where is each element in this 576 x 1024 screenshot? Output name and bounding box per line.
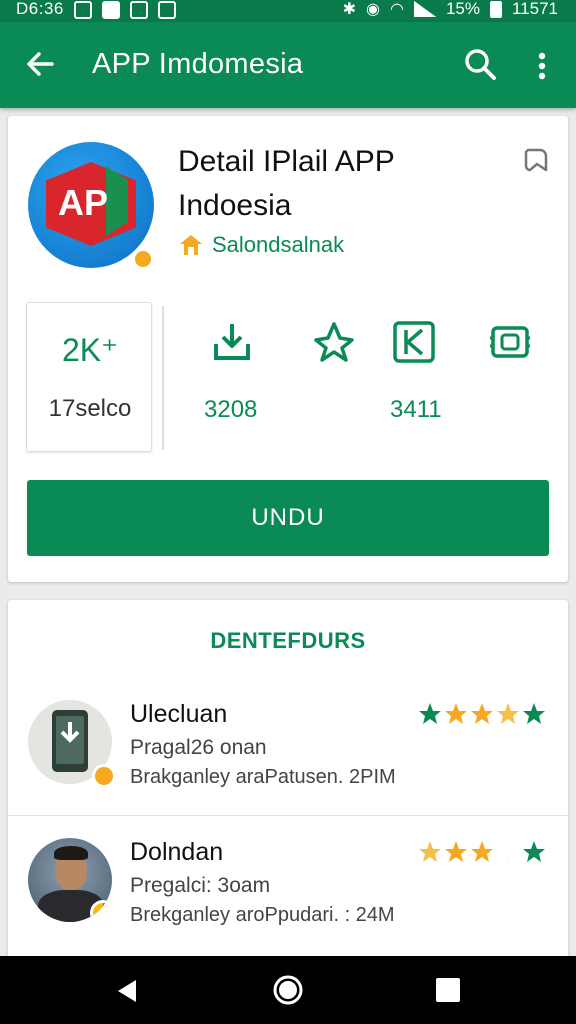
- reviewer-name: Dolndan: [130, 838, 224, 866]
- battery-icon: [489, 0, 502, 18]
- star-icon: [445, 703, 467, 724]
- status-time: D6:36: [16, 0, 64, 18]
- bluetooth-icon: ✱: [342, 1, 357, 18]
- star-icon: [523, 703, 545, 724]
- nav-back-icon[interactable]: [114, 978, 140, 1004]
- review-subtitle: Pregalci: 3oam: [130, 874, 271, 897]
- battery-percent: 15%: [445, 0, 480, 18]
- wifi-icon: ◠: [389, 1, 404, 18]
- install-button[interactable]: UNDU: [27, 480, 549, 556]
- review-meta: Brekganley aroPpudari. : 24M: [130, 904, 395, 926]
- star-icon: [523, 841, 545, 862]
- shield-icon: [158, 1, 176, 19]
- share-icon[interactable]: [312, 320, 356, 364]
- back-arrow-icon[interactable]: [22, 46, 58, 82]
- section-title: DENTEFDURS: [210, 628, 366, 653]
- developer-name: Salondsalnak: [212, 232, 345, 257]
- reviews-card: DENTEFDURS Ulecluan Pragal26 onan Brakga…: [8, 600, 568, 960]
- divider: [162, 306, 164, 450]
- verified-badge-icon: [132, 248, 154, 270]
- app-detail-card: AP Detail IPlail APP Indoesia Salondsaln…: [8, 116, 568, 582]
- status-clock: 11571: [511, 0, 558, 18]
- star-rating: [418, 840, 546, 864]
- notification-icons: [74, 1, 176, 19]
- search-icon[interactable]: [462, 46, 498, 82]
- nav-home-icon[interactable]: [272, 974, 304, 1006]
- developer-row[interactable]: Salondsalnak: [178, 232, 344, 258]
- avatar-badge-icon: [90, 900, 112, 922]
- star-icon: [419, 841, 441, 862]
- notification-icon: [74, 1, 92, 19]
- review-subtitle: Pragal26 onan: [130, 736, 267, 759]
- stat-value: 2K⁺: [61, 332, 119, 368]
- star-icon: [497, 703, 519, 724]
- nav-recents-icon[interactable]: [436, 978, 460, 1002]
- avatar: [28, 838, 112, 922]
- system-icons: ✱ ◉ ◠ 15% 11571: [343, 0, 558, 19]
- rating-icon[interactable]: [392, 320, 436, 364]
- stat-number: 3208: [204, 396, 258, 423]
- downloads-stat-box: 2K⁺ 17selco: [26, 302, 152, 452]
- app-title: Detail IPlail APP Indoesia: [178, 145, 395, 222]
- star-icon: [445, 841, 467, 862]
- avatar: [28, 700, 116, 788]
- star-icon: [508, 858, 509, 861]
- app-bar-title: APP Imdomesia: [92, 48, 304, 80]
- status-bar: D6:36 ✱ ◉ ◠ 15% 11571: [0, 0, 576, 22]
- screenshot-icon[interactable]: [488, 320, 532, 364]
- star-rating: [418, 702, 546, 726]
- app-icon: AP: [28, 142, 154, 270]
- reviewer-name: Ulecluan: [130, 700, 228, 728]
- review-meta: Brakganley araPatusen. 2PIM: [130, 766, 396, 788]
- bookmark-icon[interactable]: [520, 144, 552, 176]
- notification-icon: [130, 1, 148, 19]
- stat-label: 17selco: [48, 395, 132, 422]
- navigation-bar: [0, 956, 576, 1024]
- review-item[interactable]: Dolndan Pregalci: 3oam Brekganley aroPpu…: [8, 828, 568, 954]
- avatar-badge-icon: [92, 764, 116, 788]
- stat-number: 3411: [390, 396, 442, 423]
- developer-badge-icon: [180, 235, 202, 255]
- star-icon: [471, 841, 493, 862]
- download-arrow-icon: [60, 722, 80, 743]
- avatar-hair: [54, 846, 88, 860]
- app-icon-text: AP: [58, 182, 109, 223]
- notification-icon: [102, 1, 120, 19]
- signal-icon: [413, 1, 436, 17]
- alarm-icon: ◉: [366, 1, 380, 18]
- more-vert-icon[interactable]: [530, 48, 554, 84]
- download-icon[interactable]: [210, 320, 254, 364]
- app-bar: APP Imdomesia: [0, 22, 576, 108]
- review-item[interactable]: Ulecluan Pragal26 onan Brakganley araPat…: [8, 690, 568, 816]
- star-icon: [419, 703, 441, 724]
- star-icon: [471, 703, 493, 724]
